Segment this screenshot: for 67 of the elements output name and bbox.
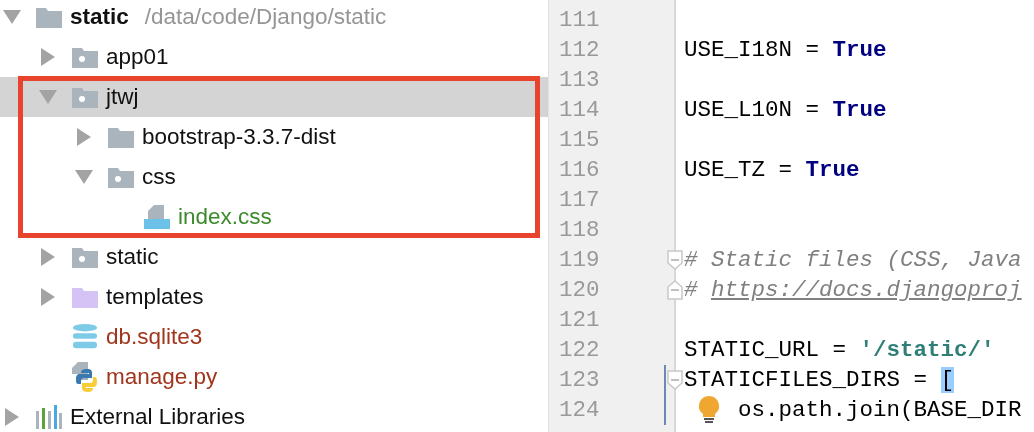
code-line: os.path.join(BASE_DIR [738, 397, 1022, 423]
tree-item[interactable]: External Libraries [0, 397, 548, 432]
folder-path: /data/code/Django/static [144, 4, 387, 30]
tree-item[interactable]: css [0, 157, 548, 197]
package-folder-icon [108, 166, 134, 188]
item-name: manage.py [106, 364, 218, 390]
fold-marker-icon[interactable] [667, 280, 683, 300]
collapsed-arrow-icon[interactable] [41, 48, 55, 66]
collapsed-arrow-icon[interactable] [5, 408, 19, 426]
line-number: 116 [559, 157, 601, 183]
item-name: bootstrap-3.3.7-dist [142, 124, 336, 150]
database-icon [72, 323, 98, 351]
code-line: USE_L10N = True [684, 97, 887, 123]
line-number: 117 [559, 187, 601, 213]
item-name: static [106, 244, 159, 270]
line-number: 119 [559, 247, 601, 273]
fold-marker-icon[interactable] [667, 250, 683, 270]
line-number: 122 [559, 337, 601, 363]
python-file-icon [72, 362, 98, 392]
item-name: db.sqlite3 [106, 324, 203, 350]
folder-icon [36, 6, 62, 28]
package-folder-icon [72, 246, 98, 268]
expanded-arrow-icon[interactable] [75, 170, 93, 184]
code-line: STATIC_URL = '/static/' [684, 337, 995, 363]
expanded-arrow-icon[interactable] [39, 90, 57, 104]
css-file-icon [144, 205, 170, 229]
expanded-arrow-icon[interactable] [3, 10, 21, 24]
code-line: # https://docs.djangoproj [684, 277, 1022, 303]
line-number: 111 [559, 7, 601, 33]
tree-item[interactable]: manage.py [0, 357, 548, 397]
line-number: 115 [559, 127, 601, 153]
item-name: css [142, 164, 176, 190]
code-line: USE_TZ = True [684, 157, 860, 183]
tree-item[interactable]: index.css [0, 197, 548, 237]
tree-item[interactable]: bootstrap-3.3.7-dist [0, 117, 548, 157]
line-number: 120 [559, 277, 601, 303]
code-line: # Static files (CSS, Java [684, 247, 1022, 273]
folder-icon [108, 126, 134, 148]
tree-item[interactable]: templates [0, 277, 548, 317]
code-line: STATICFILES_DIRS = [ [684, 367, 955, 393]
library-icon [36, 405, 62, 429]
package-folder-icon [72, 86, 98, 108]
line-number: 124 [559, 397, 601, 423]
folder-icon [72, 286, 98, 308]
item-name: External Libraries [70, 404, 246, 430]
package-folder-icon [72, 46, 98, 68]
lightbulb-icon[interactable] [698, 396, 720, 424]
line-number: 112 [559, 37, 601, 63]
collapsed-arrow-icon[interactable] [41, 288, 55, 306]
line-number: 114 [559, 97, 601, 123]
item-name: templates [106, 284, 204, 310]
line-number: 118 [559, 217, 601, 243]
code-line: USE_I18N = True [684, 37, 887, 63]
item-name: static [70, 4, 129, 30]
tree-item[interactable]: db.sqlite3 [0, 317, 548, 357]
item-name: jtwj [106, 84, 139, 110]
line-number: 113 [559, 67, 601, 93]
collapsed-arrow-icon[interactable] [77, 128, 91, 146]
item-name: app01 [106, 44, 169, 70]
tree-item[interactable]: static /data/code/Django/static [0, 0, 548, 37]
item-name: index.css [178, 204, 272, 230]
line-number: 123 [559, 367, 601, 393]
tree-item[interactable]: static [0, 237, 548, 277]
collapsed-arrow-icon[interactable] [41, 248, 55, 266]
tree-item[interactable]: app01 [0, 37, 548, 77]
line-number: 121 [559, 307, 601, 333]
fold-marker-icon[interactable] [667, 370, 683, 390]
